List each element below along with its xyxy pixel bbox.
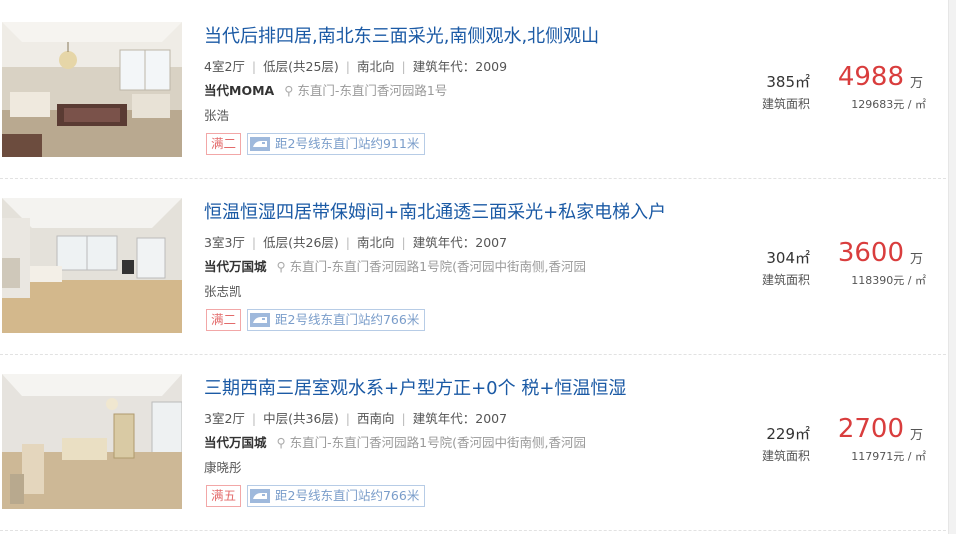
listing-item[interactable]: 三期西南三居室观水系+户型方正+0个 税+恒温恒湿 3室2厅 | 中层(共36层) |… — [0, 352, 946, 528]
listing-attributes: 3室3厅 | 低层(共26层) | 南北向 | 建筑年代：2007 — [204, 235, 508, 250]
metro-distance: 距2号线东直门站约766米 — [275, 488, 420, 503]
metro-distance: 距2号线东直门站约766米 — [275, 312, 420, 327]
metro-train-icon — [250, 137, 271, 151]
community-name[interactable]: 当代万国城 — [204, 435, 267, 450]
unit-price: 118390元 / ㎡ — [851, 274, 926, 287]
address: 东直门-东直门香河园路1号院(香河园中街南侧,香河园 — [289, 259, 586, 274]
listing-item[interactable]: 恒温恒湿四居带保姆间+南北通透三面采光+私家电梯入户 3室3厅 | 低层(共26层)… — [0, 176, 946, 352]
community-row: 当代万国城 ⚲ 东直门-东直门香河园路1号院(香河园中街南侧,香河园 — [204, 256, 586, 275]
tag-row: 满二 距2号线东直门站约766米 — [206, 309, 426, 331]
metro-tag: 距2号线东直门站约766米 — [247, 309, 426, 331]
listing-item[interactable]: 当代后排四居,南北东三面采光,南侧观水,北侧观山 4室2厅 | 低层(共25层) | 南… — [0, 0, 946, 176]
floor-info: 低层(共26层) — [263, 235, 339, 250]
tax-tag: 满五 — [206, 485, 242, 507]
address: 东直门-东直门香河园路1号院(香河园中街南侧,香河园 — [289, 435, 586, 450]
build-year: 建筑年代：2007 — [412, 235, 508, 250]
listing-photo[interactable] — [2, 374, 182, 509]
room-layout: 3室2厅 — [204, 411, 245, 426]
floor-info: 低层(共25层) — [263, 59, 339, 74]
build-year: 建筑年代：2009 — [412, 59, 508, 74]
listing-attributes: 4室2厅 | 低层(共25层) | 南北向 | 建筑年代：2009 — [204, 59, 508, 74]
location-pin-icon: ⚲ — [276, 259, 286, 274]
listing-photo[interactable] — [2, 22, 182, 157]
community-name[interactable]: 当代万国城 — [204, 259, 267, 274]
price-unit: 万 — [910, 76, 924, 91]
price-unit: 万 — [910, 428, 924, 443]
living-room-photo — [2, 198, 182, 333]
area-value: 229㎡ — [766, 425, 810, 443]
tax-tag: 满二 — [206, 133, 242, 155]
total-price: 4988 — [837, 62, 904, 92]
metro-tag: 距2号线东直门站约911米 — [247, 133, 426, 155]
community-row: 当代MOMA ⚲ 东直门-东直门香河园路1号 — [204, 80, 447, 99]
area-value: 304㎡ — [766, 249, 810, 267]
scrollbar[interactable] — [948, 0, 956, 534]
orientation: 南北向 — [357, 59, 395, 74]
listing-title[interactable]: 当代后排四居,南北东三面采光,南侧观水,北侧观山 — [204, 22, 599, 48]
total-price: 2700 — [837, 414, 904, 444]
address: 东直门-东直门香河园路1号 — [297, 83, 448, 98]
room-layout: 3室3厅 — [204, 235, 245, 250]
community-name[interactable]: 当代MOMA — [204, 83, 274, 98]
tag-row: 满五 距2号线东直门站约766米 — [206, 485, 426, 507]
tag-row: 满二 距2号线东直门站约911米 — [206, 133, 426, 155]
metro-tag: 距2号线东直门站约766米 — [247, 485, 426, 507]
living-room-photo — [2, 22, 182, 157]
listing-title[interactable]: 三期西南三居室观水系+户型方正+0个 税+恒温恒湿 — [204, 374, 626, 400]
unit-price: 129683元 / ㎡ — [851, 98, 926, 111]
metro-train-icon — [250, 489, 271, 503]
price-unit: 万 — [910, 252, 924, 267]
room-layout: 4室2厅 — [204, 59, 245, 74]
tax-tag: 满二 — [206, 309, 242, 331]
unit-price: 117971元 / ㎡ — [851, 450, 926, 463]
listing-title[interactable]: 恒温恒湿四居带保姆间+南北通透三面采光+私家电梯入户 — [204, 198, 666, 224]
build-year: 建筑年代：2007 — [412, 411, 508, 426]
metro-distance: 距2号线东直门站约911米 — [275, 136, 420, 151]
agent-name[interactable]: 张浩 — [204, 105, 229, 124]
area-value: 385㎡ — [766, 73, 810, 91]
location-pin-icon: ⚲ — [284, 83, 294, 98]
living-room-photo — [2, 374, 182, 509]
listing-photo[interactable] — [2, 198, 182, 333]
agent-name[interactable]: 张志凯 — [204, 281, 242, 300]
listing-attributes: 3室2厅 | 中层(共36层) | 西南向 | 建筑年代：2007 — [204, 411, 508, 426]
orientation: 南北向 — [357, 235, 395, 250]
orientation: 西南向 — [357, 411, 395, 426]
community-row: 当代万国城 ⚲ 东直门-东直门香河园路1号院(香河园中街南侧,香河园 — [204, 432, 586, 451]
agent-name[interactable]: 康晓彤 — [204, 457, 242, 476]
location-pin-icon: ⚲ — [276, 435, 286, 450]
metro-train-icon — [250, 313, 271, 327]
total-price: 3600 — [837, 238, 904, 268]
divider — [0, 530, 946, 531]
floor-info: 中层(共36层) — [263, 411, 339, 426]
